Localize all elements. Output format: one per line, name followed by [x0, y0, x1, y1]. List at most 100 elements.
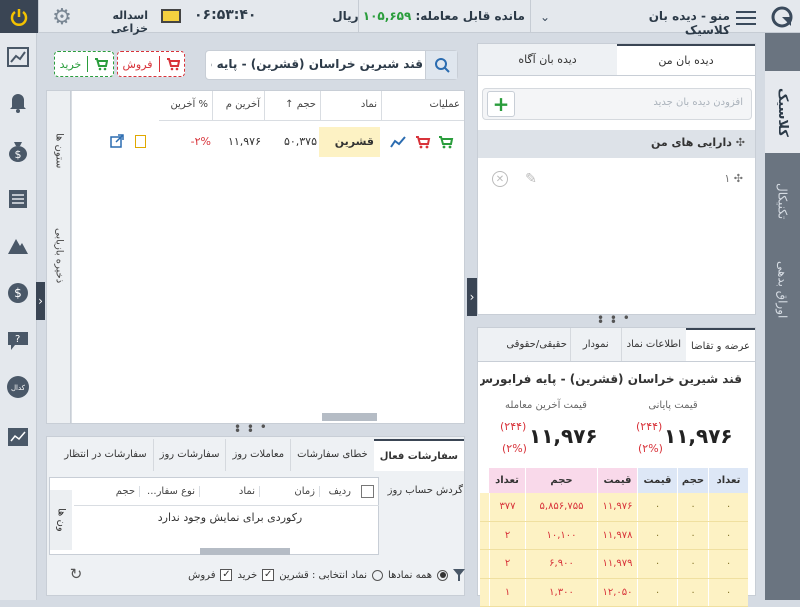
tab-my-watch[interactable]: دیده بان من [617, 44, 755, 75]
all-symbols-radio[interactable] [437, 570, 448, 581]
watch-item[interactable]: ✣ ۱ [478, 170, 755, 192]
line-chart-icon[interactable] [388, 133, 408, 151]
tab-bonds[interactable]: اوراق بدهی [765, 245, 800, 335]
sell-button-label: فروش [122, 58, 152, 71]
external-link-icon[interactable] [109, 133, 125, 149]
orderbook-row[interactable]: ۰۰۰۱۱,۹۷۶۵,۸۵۶,۷۵۵۳۷۷ [480, 493, 748, 522]
col-header-time[interactable]: زمان [259, 486, 319, 497]
cart-sell-icon[interactable] [413, 133, 433, 151]
add-watch-button[interactable]: + [487, 91, 515, 117]
chevron-down-icon[interactable]: ⌄ [535, 8, 555, 26]
collapse-sidebar-handle[interactable]: › [36, 282, 45, 320]
divider [358, 0, 359, 33]
tab-daily-trades[interactable]: معاملات روز [225, 439, 290, 471]
columns-tab-label: ستون ها [54, 133, 65, 168]
col-header-symbol[interactable]: نماد [199, 486, 259, 497]
document-icon[interactable] [135, 135, 146, 148]
watchlist-panel: دیده بان من دیده بان آگاه افزودن دیده با… [477, 43, 756, 315]
col-header-volume[interactable]: حجم [79, 486, 139, 497]
buy-checkbox[interactable]: ✓ [262, 569, 274, 581]
cart-buy-icon[interactable] [436, 133, 456, 151]
trend-icon[interactable] [6, 425, 30, 449]
power-icon[interactable] [0, 0, 38, 33]
chart-icon[interactable] [6, 45, 30, 69]
table-row[interactable]: قشرین ۵۰,۳۷۵ ۱۱,۹۷۶ -۲% [71, 127, 464, 157]
horizontal-scrollbar[interactable] [322, 413, 377, 421]
col-header-row[interactable]: ردیف [319, 486, 355, 497]
resize-handle[interactable]: • • • • • [234, 425, 280, 433]
save-restore-tab-label: ذخیره بازیابی [54, 228, 65, 283]
col-header-volume[interactable]: حجم ↑ [264, 91, 320, 120]
col-header-last-pct[interactable]: % آخرین [159, 91, 212, 120]
assets-header[interactable]: ✣ دارایی های من [478, 130, 755, 158]
tab-pending-orders[interactable]: سفارشات در انتظار [58, 439, 152, 471]
tab-real-legal[interactable]: حقیقی/حقوقی [503, 328, 570, 361]
daily-flow-label[interactable]: گردش حساب روز [385, 485, 463, 496]
balance-display: مانده قابل معامله: ۱۰۵,۶۵۹ ریال [360, 9, 525, 23]
orders-side-tab[interactable]: ون ها [50, 490, 72, 550]
tab-symbol-info[interactable]: اطلاعات نماد [621, 328, 686, 361]
assets-label: دارایی های من [651, 136, 732, 149]
menu-icon[interactable] [736, 9, 756, 25]
mountain-icon[interactable] [6, 233, 30, 257]
orderbook-row[interactable]: ۰۰۰۱۱,۹۷۹۶,۹۰۰۲ [480, 550, 748, 579]
codal-icon[interactable]: کدال [6, 375, 30, 399]
columns-tab[interactable]: ستون ها [49, 121, 69, 181]
orderbook-cell-ask-count: ۲ [489, 522, 525, 550]
search-icon[interactable] [425, 51, 457, 79]
save-restore-tab[interactable]: ذخیره بازیابی [49, 211, 69, 301]
empty-message: رکوردی برای نمایش وجود ندارد [110, 511, 350, 524]
edit-icon[interactable]: ✎ [522, 170, 540, 188]
tab-order-errors[interactable]: خطای سفارشات [290, 439, 374, 471]
filter-icon[interactable] [453, 569, 465, 581]
svg-text:$: $ [15, 148, 22, 161]
col-header-order-type[interactable]: نوع سفار... [139, 486, 199, 497]
orderbook-rows: ۰۰۰۱۱,۹۷۶۵,۸۵۶,۷۵۵۳۷۷۰۰۰۱۱,۹۷۸۱۰,۱۰۰۲۰۰۰… [480, 493, 748, 607]
tab-classic[interactable]: کلاسیک [765, 71, 800, 153]
orderbook-cell-bid-vol: ۰ [677, 579, 708, 607]
tab-aware-watch[interactable]: دیده بان آگاه [478, 44, 617, 75]
tab-active-orders[interactable]: سفارشات فعال [374, 439, 464, 471]
select-all-checkbox[interactable] [355, 485, 379, 498]
add-watch-input[interactable]: افزودن دیده بان جدید [523, 97, 743, 108]
col-header-last[interactable]: آخرین م [212, 91, 264, 120]
refresh-icon[interactable]: ↻ [67, 565, 85, 583]
orderbook-row[interactable]: ۰۰۰۱۲,۰۵۰۱,۳۰۰۱ [480, 579, 748, 607]
tab-chart[interactable]: نمودار [570, 328, 621, 361]
symbol-search-input[interactable]: قند شیرین خراسان (قشرین) - پایه فرابورس [211, 57, 423, 71]
bell-icon[interactable] [6, 90, 30, 114]
sell-checkbox[interactable]: ✓ [220, 569, 232, 581]
row-symbol[interactable]: قشرین [319, 127, 380, 157]
gear-icon[interactable]: ⚙ [50, 5, 74, 29]
selected-symbol-radio[interactable] [372, 570, 383, 581]
orderbook-cell-ask-price: ۱۲,۰۵۰ [597, 579, 637, 607]
final-price-value: ۱۱,۹۷۶ [664, 424, 733, 448]
app-logo[interactable] [770, 5, 794, 29]
orderbook-cell-bid-count: ۰ [708, 579, 748, 607]
tab-supply-demand[interactable]: عرضه و تقاضا [686, 328, 755, 361]
tab-technical[interactable]: تکنیکال [765, 161, 800, 241]
money-bag-icon[interactable]: $ [6, 139, 30, 163]
orderbook-cell-bid-count: ۰ [708, 522, 748, 550]
page-title[interactable]: منو - دیده بان کلاسیک [600, 9, 730, 37]
list-icon[interactable] [6, 187, 30, 211]
symbol-search-box[interactable]: قند شیرین خراسان (قشرین) - پایه فرابورس [205, 50, 458, 80]
col-header-actions[interactable]: عملیات [381, 91, 464, 120]
user-name[interactable]: اسداله خزاعی [78, 9, 148, 35]
svg-text:$: $ [14, 286, 22, 300]
collapse-left-handle[interactable]: › [467, 278, 477, 316]
tab-classic-label: کلاسیک [775, 88, 790, 137]
close-icon[interactable]: ✕ [492, 171, 508, 187]
help-chat-icon[interactable]: ? [6, 329, 30, 353]
resize-handle[interactable]: • • • • • [597, 316, 643, 324]
coin-exchange-icon[interactable]: $ [6, 281, 30, 305]
divider [530, 0, 531, 33]
col-header-symbol[interactable]: نماد [320, 91, 381, 120]
sell-button[interactable]: فروش [117, 51, 185, 77]
last-change: (۲۴۴) [500, 420, 526, 433]
col-bid-volume: حجم [677, 468, 708, 493]
horizontal-scrollbar[interactable] [200, 548, 290, 555]
tab-daily-orders[interactable]: سفارشات روز [153, 439, 226, 471]
buy-button[interactable]: خرید [54, 51, 114, 77]
orderbook-row[interactable]: ۰۰۰۱۱,۹۷۸۱۰,۱۰۰۲ [480, 522, 748, 551]
